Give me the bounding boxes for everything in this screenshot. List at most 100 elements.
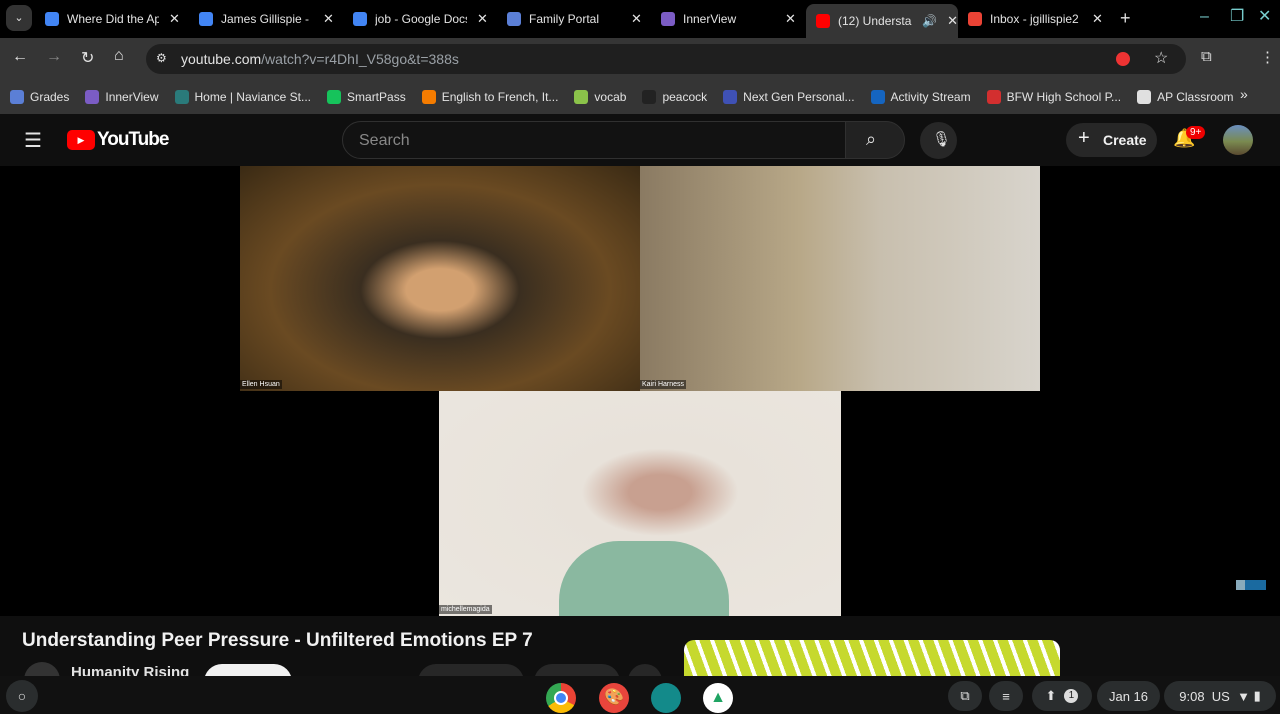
bookmark-favicon-icon: [327, 90, 342, 104]
tab-strip: ⌄ Where Did the Ap ✕ James Gillispie - ✕ job…: [0, 0, 1280, 38]
bookmarks-bar: Grades InnerView Home | Naviance St... Smar…: [0, 80, 1280, 114]
search-button[interactable]: ⌕: [845, 121, 905, 159]
ad-banner[interactable]: [684, 640, 1060, 680]
new-tab-button[interactable]: +: [1120, 8, 1131, 29]
wifi-icon: ▼: [1237, 688, 1250, 704]
bookmark-favicon-icon: [421, 90, 436, 104]
tab[interactable]: (12) Understa 🔊 ✕: [806, 4, 958, 38]
classroom-app-icon[interactable]: [651, 683, 681, 713]
bookmark-item[interactable]: Grades: [10, 90, 69, 104]
close-tab-icon[interactable]: ✕: [477, 11, 488, 27]
launcher-button[interactable]: ○: [6, 680, 38, 712]
tab[interactable]: Inbox - jgillispie2 ✕: [958, 6, 1110, 32]
close-tab-icon[interactable]: ✕: [1092, 11, 1103, 27]
tab[interactable]: James Gillispie - ✕: [189, 6, 343, 32]
bookmark-favicon-icon: [10, 90, 24, 104]
minimize-button[interactable]: –: [1200, 8, 1209, 26]
bookmark-item[interactable]: English to French, It...: [421, 90, 558, 104]
back-icon[interactable]: ←: [12, 48, 28, 66]
google-classroom-icon: [45, 12, 59, 26]
hamburger-menu-icon[interactable]: ☰: [24, 128, 42, 153]
home-icon[interactable]: ⌂: [114, 47, 124, 65]
bookmark-favicon-icon: [642, 90, 657, 104]
reload-icon[interactable]: ↻: [81, 48, 94, 68]
bookmark-favicon-icon: [723, 90, 738, 104]
plus-icon: +: [1078, 127, 1090, 149]
youtube-header: ☰ ▶ YouTube Search ⌕ 🎙 + Create 🔔 9+: [0, 114, 1280, 166]
close-tab-icon[interactable]: ✕: [631, 11, 642, 27]
close-tab-icon[interactable]: ✕: [785, 11, 796, 27]
avatar[interactable]: [1223, 125, 1253, 155]
bookmark-item[interactable]: Activity Stream: [870, 90, 971, 104]
status-tray[interactable]: 9:08 US ▼ ▮: [1164, 681, 1276, 711]
youtube-play-icon: ▶: [67, 130, 95, 150]
media-controls-button[interactable]: ≡: [989, 681, 1023, 711]
innerview-icon: [661, 12, 675, 26]
speaker-icon: 🔊: [922, 14, 938, 28]
bookmark-favicon-icon: [1137, 90, 1152, 104]
search-icon: ⌕: [866, 129, 877, 149]
bookmark-item[interactable]: BFW High School P...: [986, 90, 1121, 104]
menu-icon[interactable]: ⋮: [1260, 48, 1275, 66]
create-button[interactable]: + Create: [1066, 123, 1157, 157]
youtube-icon: [816, 14, 830, 28]
bookmark-favicon-icon: [986, 90, 1001, 104]
restore-button[interactable]: ❐: [1230, 6, 1244, 26]
close-tab-icon[interactable]: ✕: [947, 13, 958, 29]
bookmark-favicon-icon: [870, 90, 885, 104]
tab[interactable]: job - Google Docs ✕: [343, 6, 497, 32]
bookmark-item[interactable]: peacock: [642, 90, 707, 104]
tab-search-button[interactable]: ⌄: [6, 5, 32, 31]
video-info: Understanding Peer Pressure - Unfiltered…: [0, 616, 1280, 700]
more-bookmarks-icon[interactable]: »: [1240, 86, 1248, 102]
family-portal-icon: [507, 12, 521, 26]
gmail-icon: [968, 12, 982, 26]
video-player[interactable]: Ellen Hsuan Kairi Harness michellemagida: [0, 166, 1280, 616]
tab[interactable]: InnerView ✕: [651, 6, 806, 32]
battery-icon: ▮: [1253, 688, 1261, 703]
playlist-icon: ≡: [1002, 688, 1010, 704]
bookmark-item[interactable]: SmartPass: [327, 90, 406, 104]
forward-icon[interactable]: →: [46, 48, 62, 66]
mic-icon: 🎙: [932, 131, 952, 148]
voice-search-button[interactable]: 🎙: [920, 122, 957, 159]
close-window-button[interactable]: ✕: [1258, 6, 1271, 26]
notifications-pill[interactable]: ⬆ 1: [1032, 681, 1092, 711]
extensions-icon[interactable]: ⧉: [1201, 48, 1212, 65]
video-title: Understanding Peer Pressure - Unfiltered…: [22, 630, 533, 651]
update-icon: ⬆: [1045, 688, 1057, 703]
site-info-icon[interactable]: ⚙: [156, 51, 167, 65]
youtube-logo[interactable]: ▶ YouTube: [67, 129, 169, 151]
bookmark-item[interactable]: AP Classroom: [1137, 90, 1234, 104]
chromeos-shelf: ○ ⧉ ≡ ⬆ 1 Jan 16 9:08 US ▼ ▮: [0, 676, 1280, 714]
close-tab-icon[interactable]: ✕: [169, 11, 180, 27]
bookmark-star-icon[interactable]: ☆: [1154, 48, 1168, 68]
participant-tile: michellemagida: [439, 391, 841, 616]
chrome-app-icon[interactable]: [546, 683, 576, 713]
tab[interactable]: Where Did the Ap ✕: [35, 6, 189, 32]
address-bar[interactable]: ⚙ youtube.com/watch?v=r4DhI_V58go&t=388s…: [146, 44, 1186, 74]
url-text: youtube.com/watch?v=r4DhI_V58go&t=388s: [181, 51, 459, 67]
bookmark-item[interactable]: InnerView: [85, 90, 159, 104]
participant-tile: Ellen Hsuan: [240, 166, 640, 391]
bookmark-favicon-icon: [174, 90, 189, 104]
close-tab-icon[interactable]: ✕: [323, 11, 334, 27]
search-input[interactable]: Search: [342, 121, 846, 159]
youtube-extension-icon[interactable]: [1116, 52, 1130, 66]
date-pill[interactable]: Jan 16: [1097, 681, 1160, 711]
tote-icon: ⧉: [960, 688, 970, 703]
channel-watermark-icon: [1236, 580, 1266, 590]
bookmark-item[interactable]: vocab: [574, 90, 626, 104]
notification-badge: 9+: [1186, 126, 1206, 139]
google-drive-app-icon[interactable]: ▲: [703, 683, 733, 713]
tab[interactable]: Family Portal ✕: [497, 6, 651, 32]
google-docs-icon: [353, 12, 367, 26]
google-docs-icon: [199, 12, 213, 26]
tote-button[interactable]: ⧉: [948, 681, 982, 711]
bookmark-item[interactable]: Next Gen Personal...: [723, 90, 855, 104]
bookmark-favicon-icon: [85, 90, 100, 104]
bookmark-favicon-icon: [574, 90, 589, 104]
canvas-app-icon[interactable]: 🎨: [599, 683, 629, 713]
bookmark-item[interactable]: Home | Naviance St...: [174, 90, 311, 104]
participant-tile: Kairi Harness: [640, 166, 1040, 391]
